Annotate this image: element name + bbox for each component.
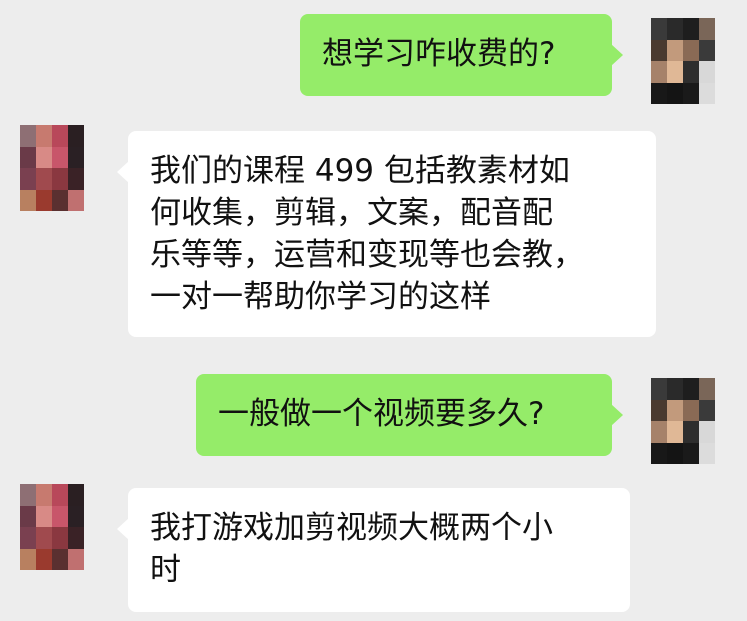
avatar-pixel — [651, 39, 667, 61]
avatar-pixel — [52, 484, 68, 506]
avatar-pixel — [699, 378, 715, 400]
avatar-pixel — [36, 168, 52, 190]
avatar-pixel — [699, 18, 715, 40]
message-bubble-outgoing[interactable]: 一般做一个视频要多久? — [196, 374, 623, 456]
avatar-pixel — [699, 82, 715, 104]
avatar-pixel — [36, 505, 52, 527]
avatar-pixel — [651, 421, 667, 443]
avatar-pixel — [699, 421, 715, 443]
avatar-pixel — [52, 548, 68, 570]
avatar-pixel — [651, 378, 667, 400]
avatar-pixel — [683, 442, 699, 464]
avatar-pixel — [667, 378, 683, 400]
avatar-pixel — [36, 548, 52, 570]
avatar-pixel — [683, 378, 699, 400]
message-text: 我打游戏加剪视频大概两个小 时 — [150, 510, 553, 588]
avatar-pixel — [52, 125, 68, 147]
avatar-pixel — [20, 189, 36, 211]
avatar-pixel — [667, 399, 683, 421]
avatar-pixel — [20, 484, 36, 506]
avatar-self[interactable] — [651, 378, 715, 464]
avatar-pixel — [683, 421, 699, 443]
avatar-pixel — [52, 189, 68, 211]
avatar-pixel — [20, 527, 36, 549]
avatar-pixel — [651, 18, 667, 40]
avatar-pixel — [699, 399, 715, 421]
avatar-pixel — [683, 61, 699, 83]
avatar-pixel — [699, 39, 715, 61]
avatar-pixel — [20, 505, 36, 527]
message-bubble-incoming[interactable]: 我们的课程 499 包括教素材如 何收集，剪辑，文案，配音配 乐等等，运营和变现… — [117, 131, 656, 337]
avatar-pixel — [667, 421, 683, 443]
avatar-pixel — [667, 82, 683, 104]
avatar-pixel — [52, 146, 68, 168]
avatar-pixel — [52, 505, 68, 527]
avatar-pixel — [683, 39, 699, 61]
message-bubble-outgoing[interactable]: 想学习咋收费的? — [300, 14, 623, 96]
avatar-pixel — [68, 484, 84, 506]
avatar-pixel — [68, 168, 84, 190]
avatar-pixel — [667, 61, 683, 83]
message-text: 一般做一个视频要多久? — [218, 396, 545, 432]
avatar-pixel — [651, 61, 667, 83]
avatar-pixel — [20, 548, 36, 570]
avatar-pixel — [68, 505, 84, 527]
avatar-pixel — [36, 125, 52, 147]
avatar-pixel — [651, 399, 667, 421]
avatar-pixel — [651, 82, 667, 104]
avatar-pixel — [699, 61, 715, 83]
avatar-pixel — [651, 442, 667, 464]
message-text: 想学习咋收费的? — [322, 36, 556, 72]
bubble-tail — [117, 161, 129, 183]
avatar-pixel — [36, 484, 52, 506]
avatar-pixel — [68, 527, 84, 549]
avatar-pixel — [683, 18, 699, 40]
message-bubble-incoming[interactable]: 我打游戏加剪视频大概两个小 时 — [117, 488, 630, 612]
bubble-tail — [117, 518, 129, 540]
avatar-pixel — [667, 39, 683, 61]
avatar-pixel — [20, 146, 36, 168]
avatar-pixel — [20, 168, 36, 190]
avatar-pixel — [683, 82, 699, 104]
bubble-tail — [611, 404, 623, 426]
avatar-pixel — [667, 442, 683, 464]
avatar-pixel — [683, 399, 699, 421]
avatar-pixel — [36, 189, 52, 211]
avatar-pixel — [68, 146, 84, 168]
message-text: 我们的课程 499 包括教素材如 何收集，剪辑，文案，配音配 乐等等，运营和变现… — [150, 153, 584, 315]
avatar-pixel — [36, 146, 52, 168]
bubble-tail — [611, 44, 623, 66]
avatar-contact[interactable] — [20, 125, 84, 211]
avatar-pixel — [52, 168, 68, 190]
avatar-pixel — [68, 548, 84, 570]
avatar-pixel — [68, 189, 84, 211]
avatar-pixel — [667, 18, 683, 40]
avatar-pixel — [36, 527, 52, 549]
avatar-self[interactable] — [651, 18, 715, 104]
avatar-pixel — [52, 527, 68, 549]
avatar-pixel — [699, 442, 715, 464]
avatar-contact[interactable] — [20, 484, 84, 570]
avatar-pixel — [20, 125, 36, 147]
avatar-pixel — [68, 125, 84, 147]
